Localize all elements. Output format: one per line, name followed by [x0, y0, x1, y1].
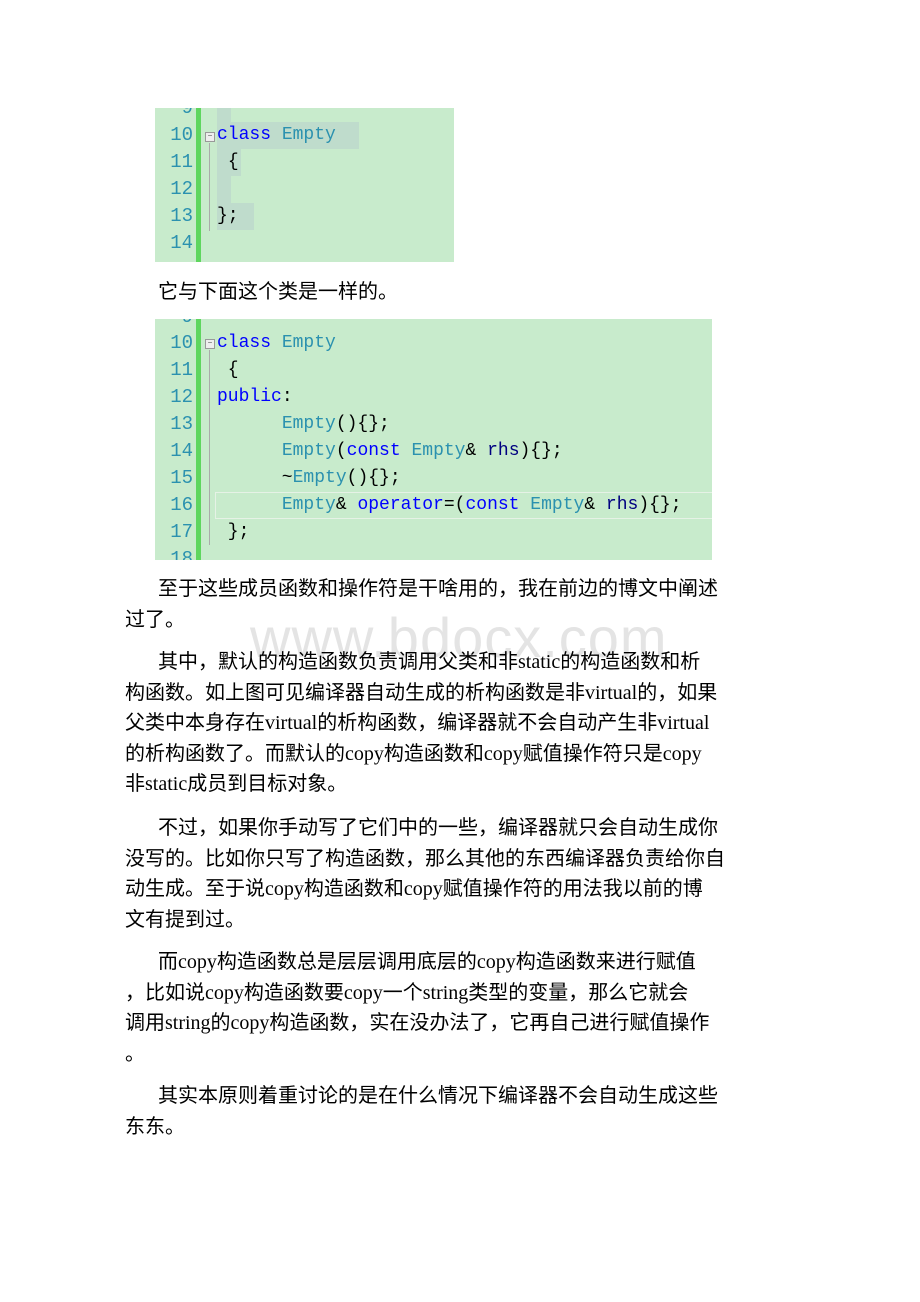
line-number: 12	[170, 386, 193, 408]
paragraph: 而copy构造函数总是层层调用底层的copy构造函数来进行赋值 ，比如说copy构…	[125, 951, 710, 1065]
line-number: 17	[170, 521, 193, 543]
line-number: 13	[170, 205, 193, 227]
gutter-bar	[196, 319, 201, 560]
collapse-icon[interactable]: −	[205, 132, 215, 142]
code-line: };	[217, 522, 250, 542]
line-number: 14	[170, 440, 193, 462]
code-line: public:	[217, 387, 293, 407]
code-line: {	[217, 149, 241, 176]
line-number: 15	[170, 467, 193, 489]
code-line: Empty& operator=(const Empty& rhs){};	[281, 495, 682, 515]
gutter-bar	[196, 108, 201, 262]
code-line: Empty(const Empty& rhs){};	[281, 441, 563, 461]
line-number: 9	[181, 108, 193, 119]
line-number: 12	[170, 178, 193, 200]
paragraph: 其实本原则着重讨论的是在什么情况下编译器不会自动生成这些 东东。	[125, 1085, 718, 1138]
line-number: 10	[170, 124, 193, 146]
intro-text: 它与下面这个类是一样的。	[158, 281, 398, 303]
paragraph: 不过，如果你手动写了它们中的一些，编译器就只会自动生成你 没写的。比如你只写了构造…	[125, 817, 725, 931]
paragraph: 其中，默认的构造函数负责调用父类和非static的构造函数和析 构函数。如上图可见…	[125, 651, 718, 795]
code-line: };	[217, 203, 254, 230]
code-line: class Empty	[217, 122, 359, 149]
code-line: ~Empty(){};	[217, 468, 401, 488]
paragraph: 至于这些成员函数和操作符是干啥用的，我在前边的博文中阐述 过了。	[125, 578, 718, 631]
code-line: class Empty	[217, 333, 336, 353]
code-screenshot-empty-class-expanded: 9 10 11 12 13 14 15 16 17 18 − class Emp…	[155, 319, 712, 560]
line-number: 10	[170, 332, 193, 354]
code-line: Empty(){};	[281, 414, 390, 434]
code-line: {	[217, 360, 239, 380]
collapse-icon[interactable]: −	[205, 339, 215, 349]
line-number: 11	[170, 359, 193, 381]
line-number: 16	[170, 494, 193, 516]
line-number: 14	[170, 232, 193, 254]
line-number: 18	[170, 548, 193, 560]
line-number: 13	[170, 413, 193, 435]
line-number: 11	[170, 151, 193, 173]
code-screenshot-empty-class: 9 10 11 12 13 14 − class Empty { };	[155, 108, 454, 262]
